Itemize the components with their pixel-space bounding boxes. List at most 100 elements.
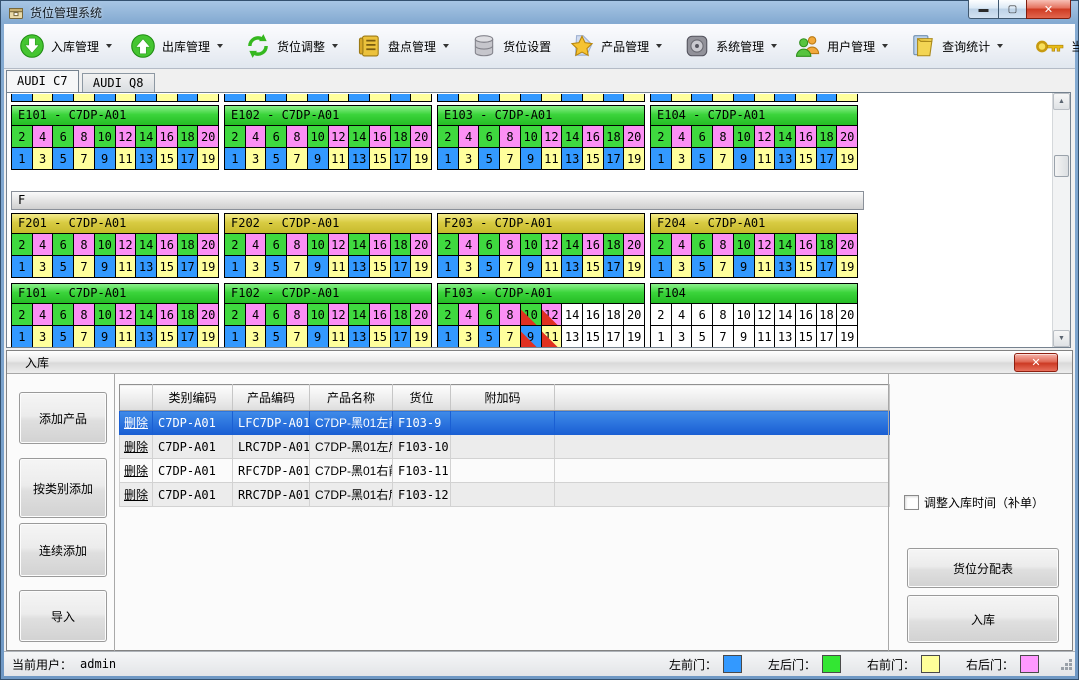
- slot-cell-F201-2[interactable]: 2: [12, 234, 33, 256]
- slot-cell-F101-17[interactable]: 17: [178, 326, 199, 347]
- slot-cell-F201-14[interactable]: 14: [136, 234, 157, 256]
- slot-cell-F204-2[interactable]: 2: [651, 234, 672, 256]
- slot-cell-E102-13[interactable]: 13: [349, 148, 370, 169]
- slot-cell-F204-3[interactable]: 3: [672, 256, 693, 277]
- slot-cell-F102-18[interactable]: 18: [391, 304, 412, 326]
- slot-cell-E102-8[interactable]: 8: [287, 126, 308, 148]
- slot-cell-E102-9[interactable]: 9: [308, 148, 329, 169]
- slot-cell-E103-1[interactable]: 1: [438, 148, 459, 169]
- tab-audi-q8[interactable]: AUDI Q8: [82, 73, 155, 92]
- slot-cell-E103-18[interactable]: 18: [604, 126, 625, 148]
- slot-cell-F104-6[interactable]: 6: [692, 304, 713, 326]
- slot-cell-F103-2[interactable]: 2: [438, 304, 459, 326]
- slot-cell-F203-17[interactable]: 17: [604, 256, 625, 277]
- slot-cell-F101-13[interactable]: 13: [136, 326, 157, 347]
- slot-cell-F101-14[interactable]: 14: [136, 304, 157, 326]
- slot-cell-F103-4[interactable]: 4: [459, 304, 480, 326]
- slot-cell-F104-14[interactable]: 14: [775, 304, 796, 326]
- maximize-button[interactable]: ▢: [999, 0, 1026, 19]
- slot-cell-E101-18[interactable]: 18: [178, 126, 199, 148]
- slot-cell-F203-20[interactable]: 20: [624, 234, 644, 256]
- slot-cell-F201-10[interactable]: 10: [95, 234, 116, 256]
- slot-cell-F204-5[interactable]: 5: [692, 256, 713, 277]
- slot-cell-F101-10[interactable]: 10: [95, 304, 116, 326]
- slot-cell-E101-9[interactable]: 9: [95, 148, 116, 169]
- slot-cell-F202-8[interactable]: 8: [287, 234, 308, 256]
- slot-cell-F103-6[interactable]: 6: [479, 304, 500, 326]
- slot-cell-E103-3[interactable]: 3: [459, 148, 480, 169]
- stocktake-management-button[interactable]: 盘点管理: [347, 28, 458, 64]
- slot-cell-F104-15[interactable]: 15: [796, 326, 817, 347]
- slot-cell-E102-12[interactable]: 12: [329, 126, 350, 148]
- delete-link[interactable]: 删除: [124, 440, 148, 454]
- slot-cell-E101-5[interactable]: 5: [53, 148, 74, 169]
- scroll-down-arrow[interactable]: ▼: [1053, 330, 1070, 347]
- title-bar[interactable]: 货位管理系统 ▬ ▢ ✕: [0, 0, 1079, 24]
- slot-cell-F104-20[interactable]: 20: [837, 304, 857, 326]
- slot-cell-E104-5[interactable]: 5: [692, 148, 713, 169]
- slot-cell-F101-9[interactable]: 9: [95, 326, 116, 347]
- user-management-button[interactable]: 用户管理: [786, 28, 897, 64]
- slot-cell-F204-7[interactable]: 7: [713, 256, 734, 277]
- slot-cell-E104-19[interactable]: 19: [837, 148, 857, 169]
- slot-cell-F203-4[interactable]: 4: [459, 234, 480, 256]
- slot-settings-button[interactable]: 货位设置: [462, 28, 560, 64]
- inbound-confirm-button[interactable]: 入库: [907, 595, 1059, 643]
- slot-cell-F102-3[interactable]: 3: [246, 326, 267, 347]
- slot-cell-F201-6[interactable]: 6: [53, 234, 74, 256]
- slot-cell-F103-13[interactable]: 13: [562, 326, 583, 347]
- minimize-button[interactable]: ▬: [968, 0, 999, 19]
- slot-cell-E103-20[interactable]: 20: [624, 126, 644, 148]
- slot-cell-F101-7[interactable]: 7: [74, 326, 95, 347]
- slot-cell-F101-20[interactable]: 20: [198, 304, 218, 326]
- slot-cell-F101-4[interactable]: 4: [33, 304, 54, 326]
- slot-cell-F101-12[interactable]: 12: [116, 304, 137, 326]
- slot-cell-F101-16[interactable]: 16: [157, 304, 178, 326]
- slot-cell-F102-6[interactable]: 6: [266, 304, 287, 326]
- slot-cell-F201-5[interactable]: 5: [53, 256, 74, 277]
- slot-cell-F203-8[interactable]: 8: [500, 234, 521, 256]
- vertical-scrollbar[interactable]: ▲ ▼: [1052, 93, 1070, 347]
- col-header-category[interactable]: 类别编码: [153, 385, 233, 411]
- slot-cell-F102-20[interactable]: 20: [411, 304, 431, 326]
- slot-cell-F202-10[interactable]: 10: [308, 234, 329, 256]
- slot-cell-E101-12[interactable]: 12: [116, 126, 137, 148]
- slot-cell-E103-15[interactable]: 15: [583, 148, 604, 169]
- slot-cell-F201-7[interactable]: 7: [74, 256, 95, 277]
- slot-cell-E102-16[interactable]: 16: [370, 126, 391, 148]
- slot-cell-E104-12[interactable]: 12: [755, 126, 776, 148]
- slot-cell-E103-9[interactable]: 9: [521, 148, 542, 169]
- slot-cell-F102-17[interactable]: 17: [391, 326, 412, 347]
- slot-cell-E103-13[interactable]: 13: [562, 148, 583, 169]
- slot-cell-F204-6[interactable]: 6: [692, 234, 713, 256]
- slot-cell-F204-4[interactable]: 4: [672, 234, 693, 256]
- slot-cell-E104-1[interactable]: 1: [651, 148, 672, 169]
- slot-cell-F203-16[interactable]: 16: [583, 234, 604, 256]
- slot-cell-F203-11[interactable]: 11: [542, 256, 563, 277]
- slot-cell-F103-17[interactable]: 17: [604, 326, 625, 347]
- slot-cell-E104-7[interactable]: 7: [713, 148, 734, 169]
- current-user-settings-button[interactable]: 当前用户设置: [1026, 28, 1079, 64]
- slot-cell-E101-14[interactable]: 14: [136, 126, 157, 148]
- slot-cell-F202-3[interactable]: 3: [246, 256, 267, 277]
- slot-cell-F102-15[interactable]: 15: [370, 326, 391, 347]
- slot-cell-F201-17[interactable]: 17: [178, 256, 199, 277]
- slot-cell-F202-13[interactable]: 13: [349, 256, 370, 277]
- slot-cell-F204-17[interactable]: 17: [817, 256, 838, 277]
- slot-cell-F203-2[interactable]: 2: [438, 234, 459, 256]
- slot-cell-E101-16[interactable]: 16: [157, 126, 178, 148]
- slot-cell-F103-16[interactable]: 16: [583, 304, 604, 326]
- delete-link[interactable]: 删除: [124, 416, 148, 430]
- slot-cell-F101-1[interactable]: 1: [12, 326, 33, 347]
- slot-cell-F104-19[interactable]: 19: [837, 326, 857, 347]
- slot-cell-F101-5[interactable]: 5: [53, 326, 74, 347]
- slot-cell-F201-19[interactable]: 19: [198, 256, 218, 277]
- slot-cell-F202-18[interactable]: 18: [391, 234, 412, 256]
- slot-cell-F202-1[interactable]: 1: [225, 256, 246, 277]
- slot-cell-E102-4[interactable]: 4: [246, 126, 267, 148]
- slot-cell-F201-8[interactable]: 8: [74, 234, 95, 256]
- slot-cell-E103-7[interactable]: 7: [500, 148, 521, 169]
- slot-cell-F104-9[interactable]: 9: [734, 326, 755, 347]
- slot-cell-F103-20[interactable]: 20: [624, 304, 644, 326]
- slot-cell-E101-19[interactable]: 19: [198, 148, 218, 169]
